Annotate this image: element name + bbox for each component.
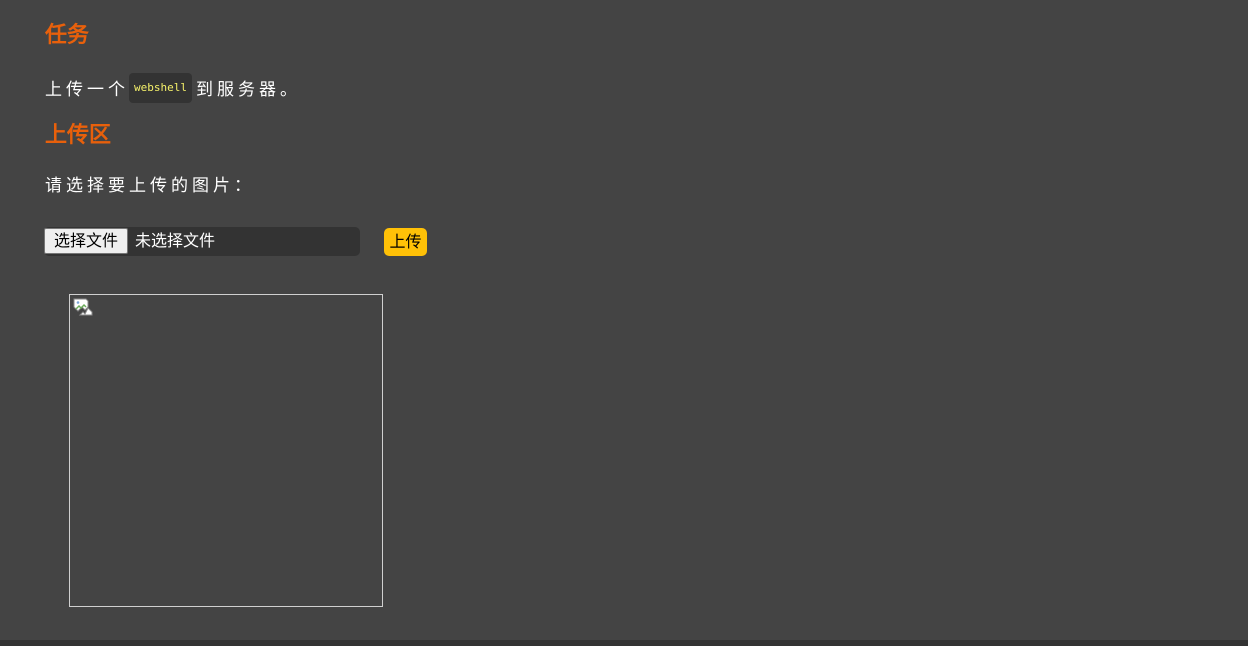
file-input[interactable]: 选择文件 未选择文件 [44,227,360,256]
upload-prompt: 请选择要上传的图片： [45,176,255,196]
task-text-before: 上传一个 [45,80,129,100]
page: 任务 上传一个 webshell 到服务器。 上传区 请选择要上传的图片： 选择文件… [0,0,1248,640]
bottom-bar [0,640,1248,646]
task-heading: 任务 [45,23,90,48]
task-text-after: 到服务器。 [195,80,301,100]
file-status-text: 未选择文件 [135,231,216,250]
task-description: 上传一个 webshell 到服务器。 [45,73,301,105]
broken-image-icon [73,298,93,316]
upload-heading: 上传区 [45,123,112,148]
upload-button[interactable]: 上传 [384,228,427,256]
choose-file-button[interactable]: 选择文件 [44,228,128,254]
image-preview [69,294,383,607]
webshell-code: webshell [129,73,192,103]
